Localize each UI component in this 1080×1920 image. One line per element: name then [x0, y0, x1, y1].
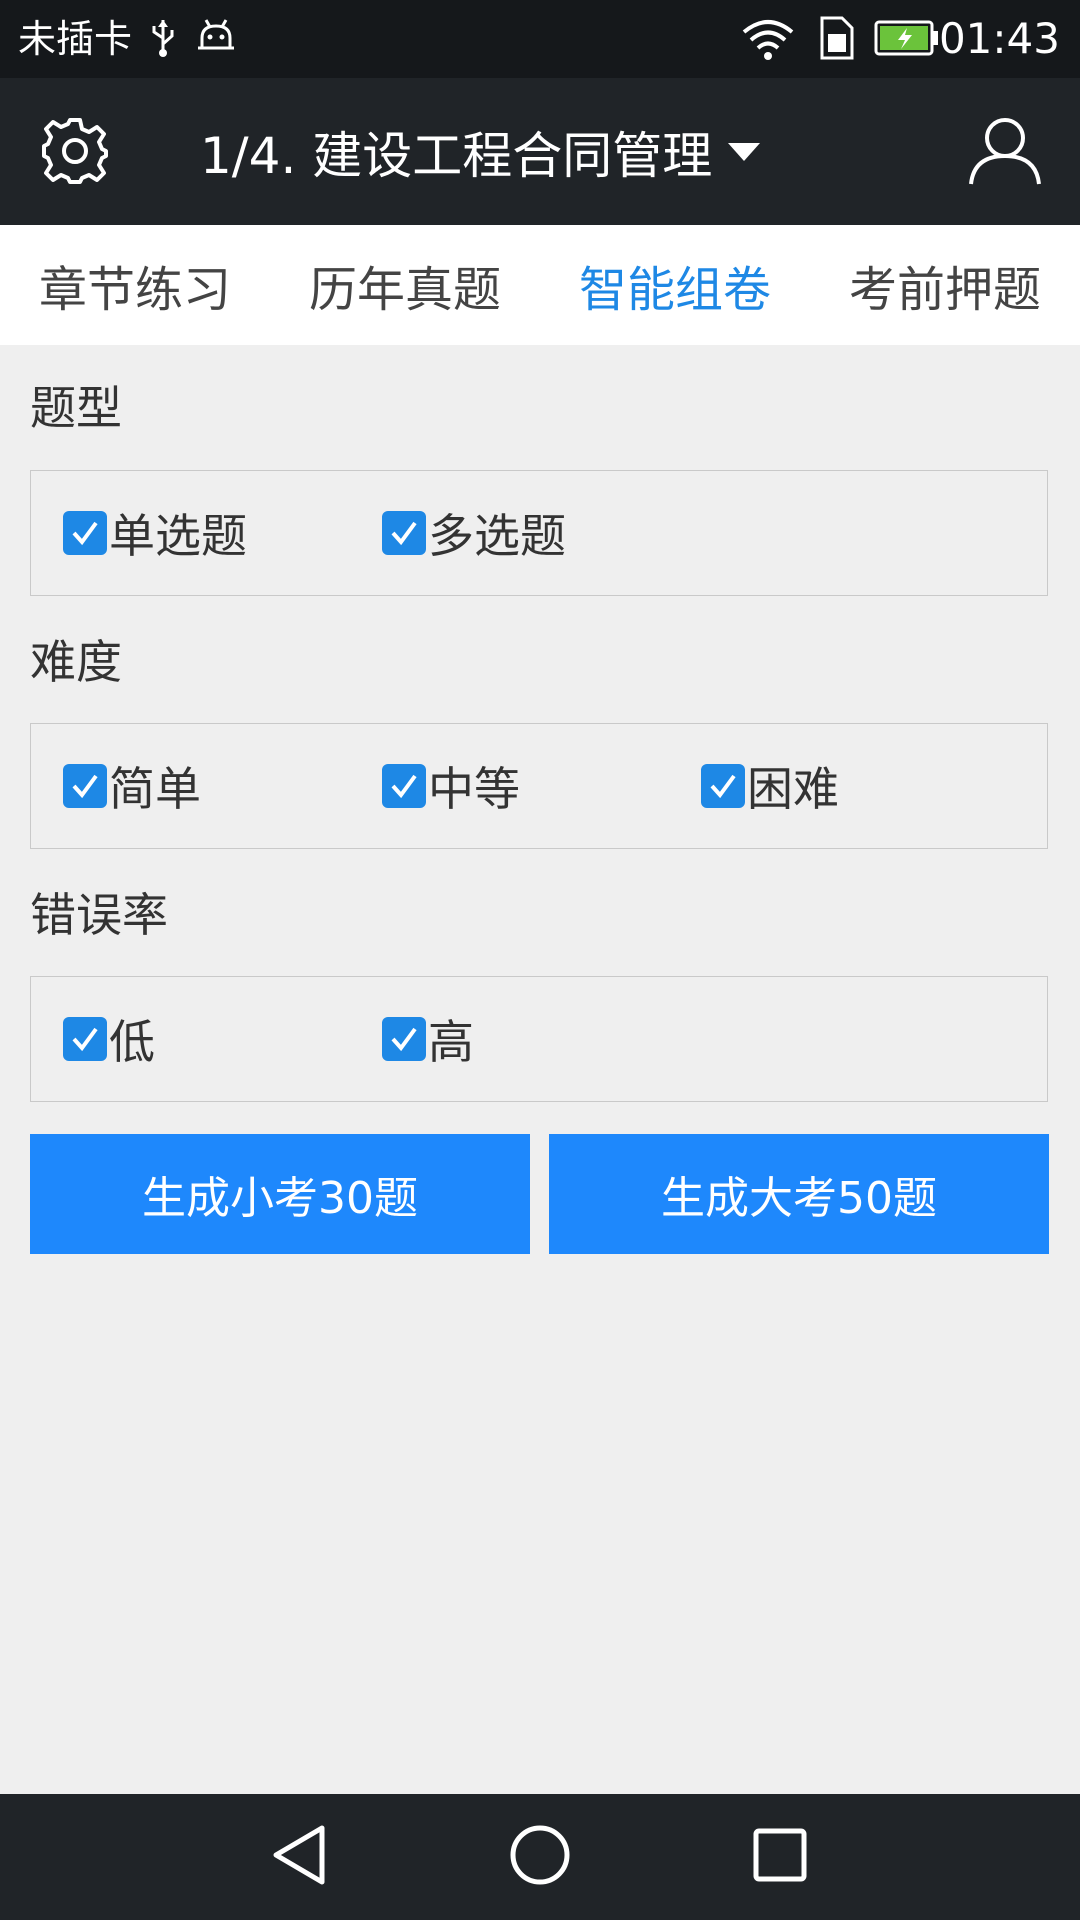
option-label: 单选题 — [109, 509, 247, 563]
checkbox-single-choice[interactable]: 单选题 — [63, 471, 247, 595]
app-bar: 1/4. 建设工程合同管理 — [0, 78, 1080, 225]
tab-bar: 章节练习 历年真题 智能组卷 考前押题 — [0, 225, 1080, 345]
home-button[interactable] — [505, 1822, 575, 1892]
recents-icon — [752, 1827, 808, 1887]
back-button[interactable] — [265, 1822, 335, 1892]
sim-icon — [818, 16, 854, 64]
checkbox-checked-icon — [382, 511, 426, 555]
carrier-label: 未插卡 — [18, 17, 133, 61]
checkbox-low[interactable]: 低 — [63, 977, 155, 1101]
usb-icon — [148, 18, 178, 62]
page-title: 1/4. 建设工程合同管理 — [200, 126, 713, 185]
generate-small-exam-button[interactable]: 生成小考30题 — [30, 1134, 530, 1254]
tab-past-exams[interactable]: 历年真题 — [270, 225, 540, 345]
battery-charging-icon — [874, 20, 940, 60]
question-type-options: 单选题 多选题 — [30, 470, 1048, 596]
checkbox-easy[interactable]: 简单 — [63, 724, 201, 848]
home-icon — [509, 1824, 571, 1890]
user-icon — [968, 116, 1042, 190]
chapter-selector[interactable]: 1/4. 建设工程合同管理 — [200, 78, 850, 225]
checkbox-checked-icon — [63, 764, 107, 808]
section-label-difficulty: 难度 — [30, 635, 122, 689]
option-label: 困难 — [747, 762, 839, 816]
wifi-icon — [740, 16, 796, 64]
tab-smart-paper[interactable]: 智能组卷 — [540, 225, 810, 345]
checkbox-hard[interactable]: 困难 — [701, 724, 839, 848]
option-label: 简单 — [109, 762, 201, 816]
checkbox-medium[interactable]: 中等 — [382, 724, 520, 848]
android-debug-icon — [196, 18, 236, 62]
checkbox-checked-icon — [382, 1017, 426, 1061]
generate-big-exam-button[interactable]: 生成大考50题 — [549, 1134, 1049, 1254]
caret-down-icon — [728, 142, 761, 161]
option-label: 中等 — [428, 762, 520, 816]
status-clock: 01:43 — [938, 14, 1060, 63]
gear-icon — [40, 116, 110, 190]
checkbox-checked-icon — [63, 1017, 107, 1061]
status-bar: 未插卡 01:43 — [0, 0, 1080, 78]
tab-chapter-practice[interactable]: 章节练习 — [0, 225, 270, 345]
system-nav-bar — [0, 1794, 1080, 1920]
section-label-question-type: 题型 — [30, 381, 122, 435]
profile-button[interactable] — [960, 108, 1050, 198]
checkbox-multiple-choice[interactable]: 多选题 — [382, 471, 566, 595]
difficulty-options: 简单 中等 困难 — [30, 723, 1048, 849]
option-label: 高 — [428, 1015, 474, 1069]
section-label-error-rate: 错误率 — [30, 888, 168, 942]
checkbox-checked-icon — [382, 764, 426, 808]
checkbox-checked-icon — [63, 511, 107, 555]
option-label: 多选题 — [428, 509, 566, 563]
settings-button[interactable] — [30, 108, 120, 198]
back-icon — [270, 1824, 330, 1890]
error-rate-options: 低 高 — [30, 976, 1048, 1102]
checkbox-checked-icon — [701, 764, 745, 808]
recents-button[interactable] — [745, 1822, 815, 1892]
option-label: 低 — [109, 1015, 155, 1069]
tab-pre-exam-predictions[interactable]: 考前押题 — [810, 225, 1080, 345]
checkbox-high[interactable]: 高 — [382, 977, 474, 1101]
